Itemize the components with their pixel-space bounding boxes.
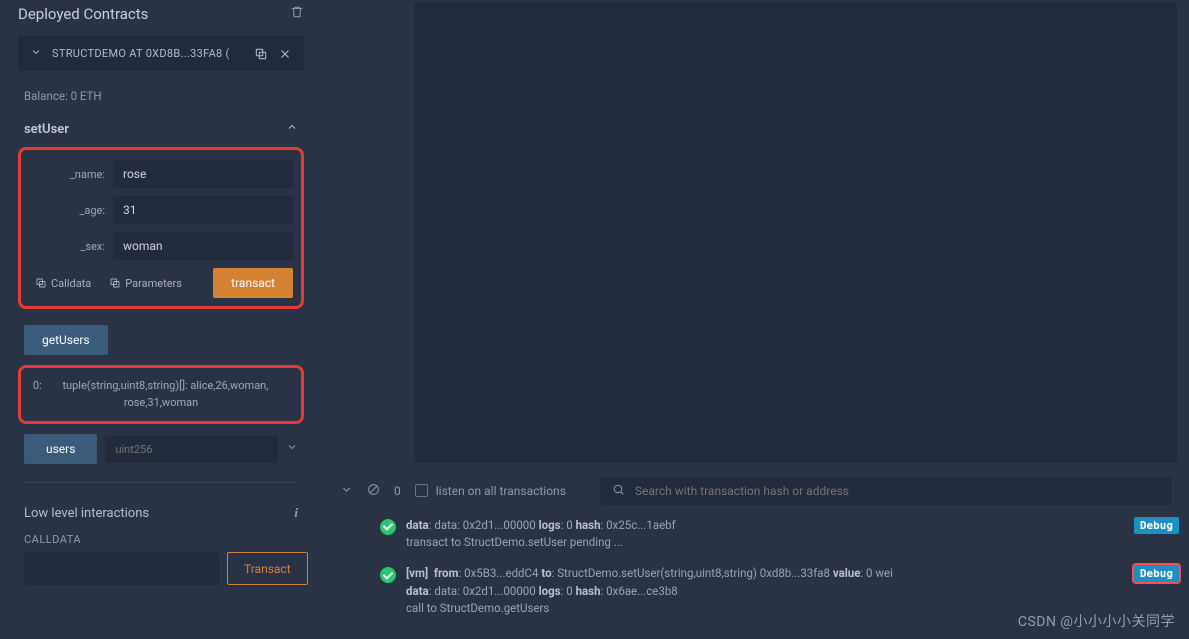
users-input[interactable] — [105, 436, 278, 463]
listen-toggle[interactable]: listen on all transactions — [415, 484, 566, 498]
field-row: _sex: — [29, 232, 293, 260]
contract-instance-bar[interactable]: STRUCTDEMO AT 0XD8B...33FA8 ( — [18, 36, 304, 71]
calldata-label: CALLDATA — [0, 525, 322, 552]
calldata-button[interactable]: Calldata — [29, 273, 97, 294]
calldata-row: Transact — [24, 552, 298, 585]
info-icon[interactable]: i — [294, 505, 298, 521]
balance-label: Balance: 0 ETH — [0, 79, 322, 113]
age-label: _age: — [29, 204, 113, 217]
name-input[interactable] — [113, 160, 293, 188]
log-entry: [vm] from: 0x5B3...eddC4 to: StructDemo.… — [380, 565, 1171, 617]
success-icon — [380, 519, 396, 535]
success-icon — [380, 567, 396, 583]
result-index: 0: — [33, 378, 42, 395]
lowlevel-transact-button[interactable]: Transact — [227, 552, 308, 585]
console-toolbar: 0 listen on all transactions — [322, 465, 1189, 517]
watermark: CSDN @小小小小关同学 — [1018, 611, 1175, 631]
chevron-up-icon — [286, 121, 298, 137]
pending-count: 0 — [394, 484, 401, 498]
listen-label: listen on all transactions — [436, 484, 566, 498]
contract-label: STRUCTDEMO AT 0XD8B...33FA8 ( — [52, 47, 244, 60]
getusers-button[interactable]: getUsers — [24, 325, 108, 355]
users-row: users — [24, 434, 298, 464]
action-row: Calldata Parameters transact — [29, 268, 293, 298]
log-text: data: data: 0x2d1...00000 logs: 0 hash: … — [406, 517, 1171, 552]
parameters-button[interactable]: Parameters — [103, 273, 188, 294]
debug-button[interactable]: Debug — [1134, 517, 1179, 534]
field-row: _name: — [29, 160, 293, 188]
setuser-header[interactable]: setUser — [0, 113, 322, 141]
main-area: 0 listen on all transactions data: data:… — [322, 0, 1189, 639]
setuser-title: setUser — [24, 122, 69, 137]
debug-button[interactable]: Debug — [1134, 565, 1179, 582]
editor-body[interactable] — [414, 2, 1177, 463]
chevron-down-icon[interactable] — [340, 483, 353, 499]
search-wrap — [600, 477, 1171, 505]
result-text: tuple(string,uint8,string)[]: alice,26,w… — [62, 379, 268, 409]
log-entry: data: data: 0x2d1...00000 logs: 0 hash: … — [380, 517, 1171, 552]
copy-icon[interactable] — [254, 47, 268, 61]
editor-area — [322, 0, 1189, 465]
log-text: [vm] from: 0x5B3...eddC4 to: StructDemo.… — [406, 565, 1171, 617]
chevron-down-icon — [30, 46, 42, 61]
trash-icon[interactable] — [290, 5, 304, 23]
field-row: _age: — [29, 196, 293, 224]
age-input[interactable] — [113, 196, 293, 224]
transact-button[interactable]: transact — [213, 268, 293, 298]
editor-gutter — [322, 0, 402, 465]
deployed-contracts-panel: Deployed Contracts STRUCTDEMO AT 0XD8B..… — [0, 0, 322, 639]
panel-title: Deployed Contracts — [18, 5, 148, 23]
search-icon — [612, 483, 625, 499]
low-level-header: Low level interactions i — [0, 501, 322, 525]
name-label: _name: — [29, 168, 113, 181]
sex-input[interactable] — [113, 232, 293, 260]
sex-label: _sex: — [29, 240, 113, 253]
getusers-result: 0: tuple(string,uint8,string)[]: alice,2… — [18, 365, 304, 424]
search-input[interactable] — [635, 484, 1159, 498]
checkbox-icon — [415, 484, 428, 497]
calldata-input[interactable] — [24, 552, 219, 585]
divider — [24, 482, 298, 483]
ban-icon[interactable] — [367, 483, 380, 499]
chevron-down-icon[interactable] — [286, 441, 298, 457]
users-button[interactable]: users — [24, 434, 97, 464]
close-icon[interactable] — [278, 47, 292, 61]
panel-header: Deployed Contracts — [0, 0, 322, 28]
low-level-title: Low level interactions — [24, 506, 149, 521]
setuser-form: _name: _age: _sex: Calldata Parameters t… — [18, 147, 304, 309]
